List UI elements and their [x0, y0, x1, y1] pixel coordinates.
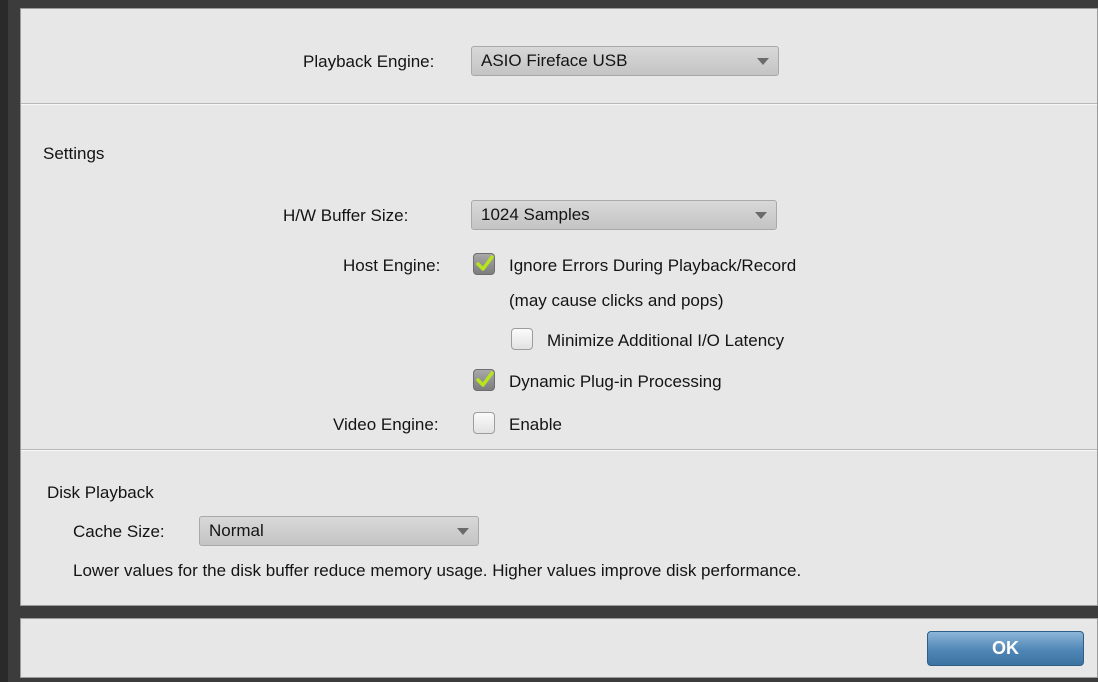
chevron-down-icon — [757, 58, 769, 65]
video-engine-label: Video Engine: — [333, 415, 439, 434]
playback-engine-select[interactable]: ASIO Fireface USB — [471, 46, 779, 76]
chevron-down-icon — [755, 212, 767, 219]
cache-size-select[interactable]: Normal — [199, 516, 479, 546]
dialog-frame: Playback Engine: ASIO Fireface USB Setti… — [0, 0, 1098, 682]
playback-engine-panel: Playback Engine: ASIO Fireface USB Setti… — [20, 8, 1098, 606]
cache-size-label: Cache Size: — [73, 522, 165, 541]
checkmark-icon — [476, 255, 494, 271]
section-divider — [21, 449, 1097, 451]
ignore-errors-label: Ignore Errors During Playback/Record — [509, 256, 797, 275]
disk-playback-title: Disk Playback — [47, 483, 154, 502]
window-edge — [0, 0, 8, 682]
ok-button[interactable]: OK — [927, 631, 1084, 666]
video-enable-checkbox[interactable] — [473, 412, 495, 434]
cache-size-value: Normal — [209, 521, 264, 540]
checkmark-icon — [476, 371, 494, 387]
host-engine-label: Host Engine: — [343, 256, 441, 275]
minimize-latency-checkbox[interactable] — [511, 328, 533, 350]
ignore-errors-note: (may cause clicks and pops) — [509, 291, 724, 310]
settings-title: Settings — [43, 144, 105, 163]
buffer-size-label: H/W Buffer Size: — [283, 206, 409, 225]
minimize-latency-label: Minimize Additional I/O Latency — [547, 331, 785, 350]
dynamic-plugin-label: Dynamic Plug-in Processing — [509, 372, 722, 391]
playback-engine-value: ASIO Fireface USB — [481, 51, 628, 70]
playback-engine-label: Playback Engine: — [303, 52, 435, 71]
disk-buffer-note: Lower values for the disk buffer reduce … — [73, 561, 802, 580]
ignore-errors-checkbox[interactable] — [473, 253, 495, 275]
video-enable-label: Enable — [509, 415, 562, 434]
dynamic-plugin-checkbox[interactable] — [473, 369, 495, 391]
buffer-size-select[interactable]: 1024 Samples — [471, 200, 777, 230]
section-divider — [21, 103, 1097, 105]
chevron-down-icon — [457, 528, 469, 535]
buffer-size-value: 1024 Samples — [481, 205, 590, 224]
